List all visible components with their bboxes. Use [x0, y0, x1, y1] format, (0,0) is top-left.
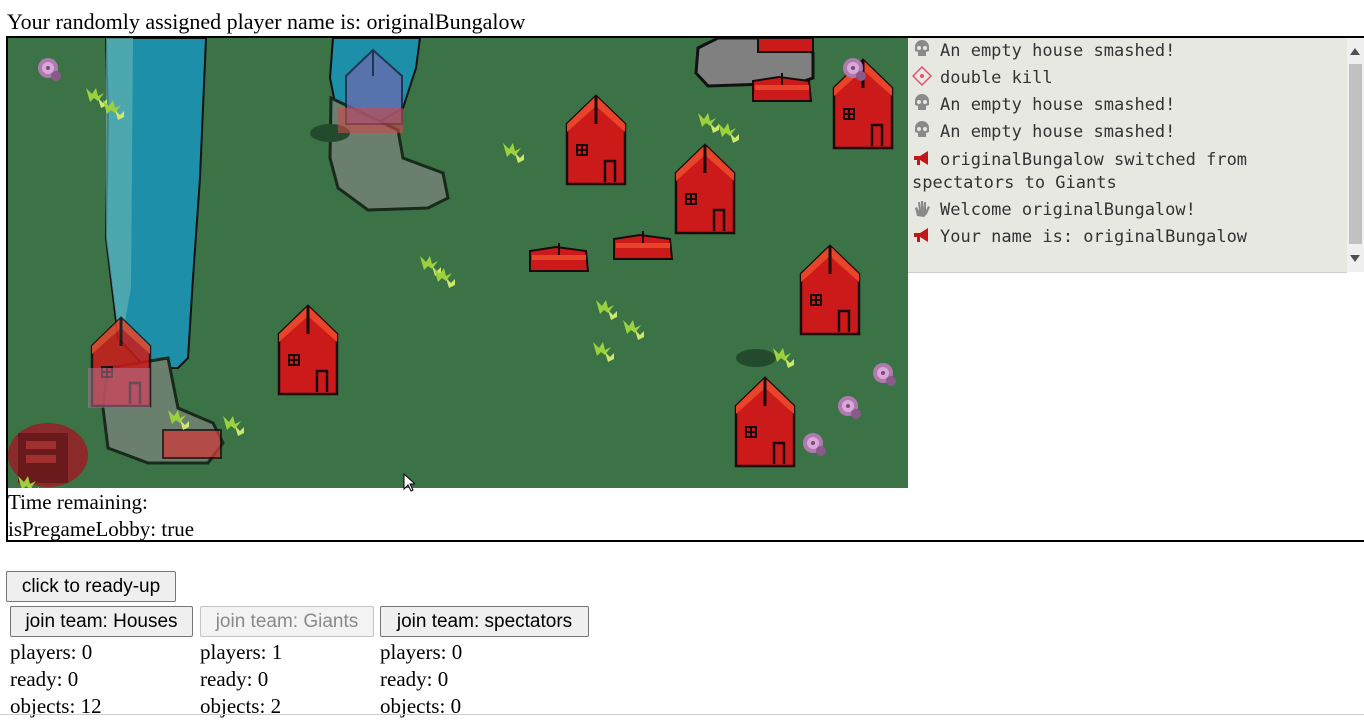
players-count: players: 0 — [380, 640, 463, 664]
chat-message-text: An empty house smashed! — [940, 122, 1176, 142]
wave-hand-icon — [915, 201, 930, 217]
is-pregame-lobby-text: isPregameLobby: true — [8, 517, 195, 541]
ready-count: ready: 0 — [200, 667, 269, 691]
join-team-giants-button[interactable]: join team: Giants — [200, 606, 374, 637]
ready-up-button[interactable]: click to ready-up — [6, 571, 176, 602]
chat-message-text: originalBungalow switched from spectator… — [912, 150, 1248, 193]
ready-count: ready: 0 — [380, 667, 449, 691]
game-status: Time remaining: isPregameLobby: true — [8, 489, 194, 543]
player-name-text: Your randomly assigned player name is: o… — [7, 9, 526, 34]
chat-message-text: double kill — [940, 68, 1053, 88]
team-giants-stats: players: 1 ready: 0 objects: 2 — [200, 639, 282, 720]
chat-message-text: An empty house smashed! — [940, 95, 1176, 115]
megaphone-icon — [914, 151, 928, 165]
chat-message-text: An empty house smashed! — [940, 41, 1176, 61]
players-count: players: 0 — [10, 640, 93, 664]
scroll-down-arrow-icon[interactable] — [1350, 255, 1360, 262]
chat-message: double kill — [908, 65, 1347, 92]
skull-icon — [915, 94, 929, 110]
skull-icon — [915, 40, 929, 56]
chat-message: Your name is: originalBungalow — [908, 224, 1347, 251]
chat-scrollbar[interactable] — [1347, 38, 1364, 272]
mouse-cursor-icon — [403, 473, 415, 492]
chat-message: An empty house smashed! — [908, 38, 1347, 65]
chat-message: An empty house smashed! — [908, 92, 1347, 119]
chat-log[interactable]: An empty house smashed! double kill An e… — [908, 38, 1347, 273]
target-icon — [912, 66, 932, 86]
chat-message: originalBungalow switched from spectator… — [908, 146, 1347, 197]
chat-message: Welcome originalBungalow! — [908, 197, 1347, 224]
join-team-houses-button[interactable]: join team: Houses — [10, 606, 193, 637]
chat-message: An empty house smashed! — [908, 119, 1347, 146]
page-bottom-divider — [0, 714, 1364, 715]
scroll-thumb[interactable] — [1349, 64, 1362, 244]
chat-message-text: Your name is: originalBungalow — [940, 227, 1248, 247]
megaphone-icon — [914, 228, 928, 242]
join-team-spectators-button[interactable]: join team: spectators — [380, 606, 589, 637]
players-count: players: 1 — [200, 640, 283, 664]
game-canvas[interactable] — [8, 38, 908, 488]
time-remaining-text: Time remaining: — [8, 490, 148, 514]
skull-icon — [915, 121, 929, 137]
chat-message-text: Welcome originalBungalow! — [940, 200, 1196, 220]
scroll-up-arrow-icon[interactable] — [1350, 48, 1360, 55]
team-houses-stats: players: 0 ready: 0 objects: 12 — [10, 639, 102, 720]
team-spectators-stats: players: 0 ready: 0 objects: 0 — [380, 639, 462, 720]
ready-count: ready: 0 — [10, 667, 79, 691]
